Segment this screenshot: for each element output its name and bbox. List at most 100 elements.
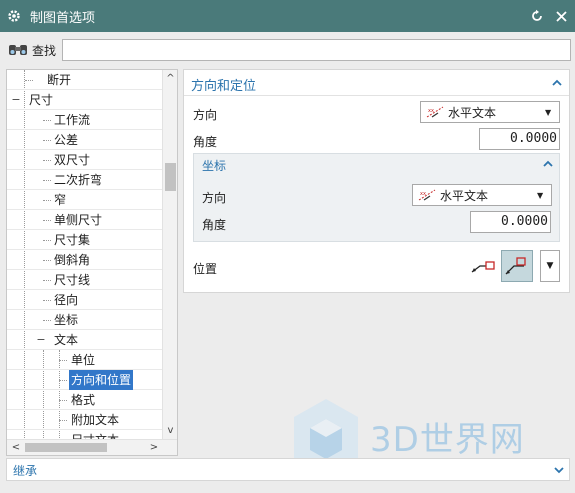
tree-connector: [43, 200, 51, 201]
position-label: 位置: [193, 262, 218, 276]
tree-item-label: 窄: [54, 193, 67, 207]
tree-item-tolerance[interactable]: 公差: [7, 130, 163, 150]
angle-input[interactable]: 0.0000: [479, 128, 560, 150]
tree-item-workflow[interactable]: 工作流: [7, 110, 163, 130]
tree-item-orientation-position[interactable]: 方向和位置: [7, 370, 163, 390]
tree-connector: [43, 160, 51, 161]
orientation-location-panel: 方向和定位 方向 xx 水平文本 ▼ 角度 0.0000 坐标 方向 xx 水平…: [183, 69, 570, 293]
svg-text:xx: xx: [420, 191, 426, 197]
reset-icon[interactable]: [527, 6, 547, 26]
tree-item-label: 附加文本: [71, 413, 120, 427]
scroll-thumb[interactable]: [165, 163, 176, 191]
tree-connector: [59, 420, 67, 421]
scroll-right-icon[interactable]: >: [147, 440, 161, 455]
tree-item-label: 单位: [71, 353, 96, 367]
tree-item-label: 尺寸线: [54, 273, 91, 287]
tree-item-label: 格式: [71, 393, 96, 407]
tree-item-label: 工作流: [54, 113, 91, 127]
tree-connector: [43, 140, 51, 141]
scroll-thumb[interactable]: [25, 443, 107, 452]
tree-horizontal-scrollbar[interactable]: < >: [7, 439, 177, 455]
tree-item-secondary-bend[interactable]: 二次折弯: [7, 170, 163, 190]
section-title: 方向和定位: [191, 79, 257, 94]
tree-item-text[interactable]: − 文本: [7, 330, 163, 350]
angle-label: 角度: [193, 135, 218, 149]
watermark-text: 3D世界网: [370, 420, 525, 460]
tree-item-appended-text[interactable]: 附加文本: [7, 410, 163, 430]
preferences-tree: 断开 − 尺寸 工作流 公差 双尺寸 二次折弯 窄 单侧尺寸 尺寸集 倒斜角 尺…: [6, 69, 178, 456]
tree-item-label: 尺寸: [29, 93, 54, 107]
inherit-label: 继承: [13, 464, 38, 478]
ordinate-orientation-dropdown[interactable]: xx 水平文本 ▼: [412, 184, 552, 206]
tree-connector: [25, 80, 33, 81]
tree-item-dimension-set[interactable]: 尺寸集: [7, 230, 163, 250]
tree-item-duankai[interactable]: 断开: [7, 70, 163, 90]
tree-connector: [43, 220, 51, 221]
position-option-above-icon[interactable]: [501, 250, 533, 282]
ordinate-group: 坐标 方向 xx 水平文本 ▼ 角度 0.0000: [193, 153, 560, 242]
tree-item-chamfer[interactable]: 倒斜角: [7, 250, 163, 270]
tree-connector: [43, 120, 51, 121]
tree-item-label: 二次折弯: [54, 173, 103, 187]
orientation-dropdown[interactable]: xx 水平文本 ▼: [420, 101, 560, 123]
scroll-up-icon[interactable]: ^: [163, 72, 177, 86]
horizontal-text-icon: xx: [418, 189, 436, 201]
tree-item-dual-dimension[interactable]: 双尺寸: [7, 150, 163, 170]
gear-icon[interactable]: [6, 8, 22, 24]
section-header[interactable]: 方向和定位: [184, 70, 569, 96]
tree-connector: [59, 360, 67, 361]
tree-connector: [43, 280, 51, 281]
tree-item-dimension-line[interactable]: 尺寸线: [7, 270, 163, 290]
scroll-down-icon[interactable]: v: [163, 424, 177, 438]
collapse-icon[interactable]: −: [11, 94, 21, 105]
ordinate-group-title: 坐标: [202, 159, 227, 173]
title-bar: 制图首选项: [0, 0, 575, 32]
search-input[interactable]: [62, 39, 572, 61]
ordinate-angle-label: 角度: [202, 218, 227, 232]
tree-item-label: 文本: [54, 333, 79, 347]
tree-rows: 断开 − 尺寸 工作流 公差 双尺寸 二次折弯 窄 单侧尺寸 尺寸集 倒斜角 尺…: [7, 70, 163, 440]
orientation-label: 方向: [193, 108, 218, 122]
expand-down-icon[interactable]: [553, 464, 565, 476]
tree-connector: [43, 260, 51, 261]
tree-item-radial[interactable]: 径向: [7, 290, 163, 310]
tree-item-label: 断开: [47, 73, 72, 87]
tree-vertical-scrollbar[interactable]: ^ v: [162, 70, 177, 440]
tree-connector: [59, 400, 67, 401]
tree-item-dimension[interactable]: − 尺寸: [7, 90, 163, 110]
ordinate-orientation-label: 方向: [202, 191, 227, 205]
scroll-left-icon[interactable]: <: [9, 440, 23, 455]
ordinate-angle-input[interactable]: 0.0000: [470, 211, 551, 233]
tree-connector: [43, 300, 51, 301]
collapse-up-icon[interactable]: [542, 158, 554, 170]
window-title: 制图首选项: [30, 10, 96, 26]
tree-connector: [43, 320, 51, 321]
search-bar: 查找: [0, 32, 575, 68]
tree-item-label: 双尺寸: [54, 153, 91, 167]
tree-item-units[interactable]: 单位: [7, 350, 163, 370]
tree-item-narrow[interactable]: 窄: [7, 190, 163, 210]
collapse-icon[interactable]: −: [36, 334, 46, 345]
position-dropdown-arrow-icon[interactable]: ▼: [540, 250, 560, 282]
tree-item-label: 单侧尺寸: [54, 213, 103, 227]
ordinate-orientation-value: 水平文本: [440, 188, 489, 203]
tree-item-label: 径向: [54, 293, 79, 307]
dropdown-arrow-icon: ▼: [545, 107, 552, 117]
binoculars-icon: [8, 42, 30, 58]
horizontal-text-icon: xx: [426, 106, 444, 118]
close-icon[interactable]: [551, 6, 571, 26]
tree-connector: [43, 180, 51, 181]
position-option-left-icon[interactable]: [467, 250, 499, 282]
tree-item-label: 尺寸集: [54, 233, 91, 247]
tree-item-label: 公差: [54, 133, 79, 147]
collapse-up-icon[interactable]: [551, 77, 563, 89]
tree-item-ordinate[interactable]: 坐标: [7, 310, 163, 330]
tree-connector: [59, 380, 67, 381]
tree-item-single-sided[interactable]: 单侧尺寸: [7, 210, 163, 230]
orientation-value: 水平文本: [448, 105, 497, 120]
inherit-section[interactable]: 继承: [6, 458, 570, 481]
tree-item-label-selected: 方向和位置: [69, 370, 134, 390]
tree-item-format[interactable]: 格式: [7, 390, 163, 410]
svg-text:xx: xx: [428, 108, 434, 114]
dropdown-arrow-icon: ▼: [537, 190, 544, 200]
